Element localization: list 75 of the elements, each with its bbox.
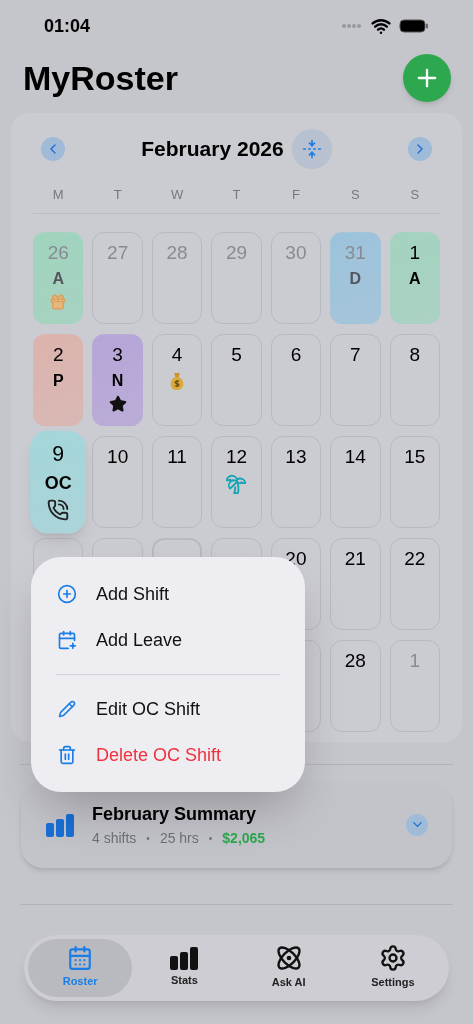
day-cell[interactable]: 31 D (330, 231, 381, 324)
day-number: 13 (285, 444, 307, 469)
day-number: 22 (404, 546, 426, 571)
day-number: 27 (107, 240, 129, 265)
day-cell[interactable]: 9 OC (29, 430, 87, 533)
weekday-label: M (51, 186, 65, 204)
hours-total: 25 hrs (159, 828, 199, 848)
shift-code: A (409, 268, 421, 289)
month-title: February 2026 (141, 136, 284, 163)
day-number: 2 (52, 342, 64, 367)
day-number: 4 (171, 342, 183, 367)
separator-dot: • (208, 831, 213, 846)
day-number: 28 (344, 648, 366, 673)
day-number: 29 (225, 240, 248, 265)
day-cell[interactable]: 21 (330, 537, 381, 630)
day-number: 21 (344, 546, 366, 571)
separator-dot: • (146, 831, 150, 846)
status-time: 01:04 (44, 14, 91, 38)
day-cell[interactable]: 26 A (33, 231, 84, 324)
weekday-label: W (169, 186, 185, 204)
menu-item[interactable]: Delete OC Shift (56, 732, 280, 778)
day-cell[interactable]: 15 (389, 435, 440, 528)
shift-code: D (349, 268, 362, 289)
pay-total: $2,065 (222, 828, 266, 848)
menu-item[interactable]: Edit OC Shift (56, 686, 280, 732)
day-number: 1 (409, 240, 421, 265)
weekday-label: S (409, 186, 421, 204)
day-number: 6 (290, 342, 302, 367)
menu-item[interactable]: Add Leave (56, 617, 280, 663)
day-cell[interactable]: 2 P (33, 333, 84, 426)
tab[interactable]: Settings (340, 938, 445, 997)
day-cell[interactable]: 7 (330, 333, 381, 426)
day-number: 5 (231, 342, 242, 367)
day-cell[interactable]: 12 (211, 435, 262, 528)
shift-code: A (52, 268, 64, 289)
summary-card[interactable]: February Summary 4 shifts • 25 hrs • $2,065 (21, 781, 452, 868)
day-number: 8 (409, 342, 421, 367)
menu-item[interactable]: Add Shift (56, 571, 280, 617)
day-number: 1 (409, 648, 421, 673)
tab[interactable]: Ask AI (236, 938, 341, 997)
day-number: 28 (166, 240, 188, 265)
day-number: 9 (52, 440, 65, 467)
weekday-label: F (290, 186, 301, 204)
weekday-label: T (112, 186, 123, 204)
day-cell[interactable]: 6 (270, 333, 322, 426)
day-cell[interactable]: 22 (389, 537, 440, 630)
day-cell[interactable]: 8 (389, 333, 440, 426)
day-cell[interactable]: 3 N (92, 333, 143, 426)
day-number: 31 (344, 240, 366, 265)
day-number: 26 (47, 240, 69, 265)
shift-code: N (111, 370, 124, 391)
day-cell[interactable]: 28 (330, 639, 381, 732)
app-title: MyRoster (23, 57, 178, 99)
shift-code: OC (44, 471, 72, 494)
day-cell[interactable]: 4 (151, 333, 203, 426)
day-number: 10 (107, 444, 129, 469)
day-number: 3 (112, 342, 123, 367)
weekday-label: T (231, 186, 242, 204)
day-number: 11 (167, 444, 187, 469)
day-cell[interactable]: 14 (330, 435, 381, 528)
day-number: 7 (350, 342, 361, 367)
day-cell[interactable]: 1 A (389, 231, 440, 324)
day-number: 12 (225, 444, 248, 469)
tab[interactable]: Stats (132, 938, 237, 997)
shift-code: P (52, 370, 64, 391)
day-cell[interactable]: 11 (151, 435, 203, 528)
day-cell[interactable]: 13 (270, 435, 322, 528)
day-number: 30 (285, 240, 307, 265)
day-cell[interactable]: 5 (211, 333, 262, 426)
summary-title: February Summary (92, 802, 258, 826)
weekday-label: S (350, 186, 361, 204)
day-cell[interactable]: 10 (92, 435, 143, 528)
day-number: 14 (344, 444, 366, 469)
day-number: 15 (404, 444, 426, 469)
shift-count: 4 shifts (92, 828, 137, 848)
